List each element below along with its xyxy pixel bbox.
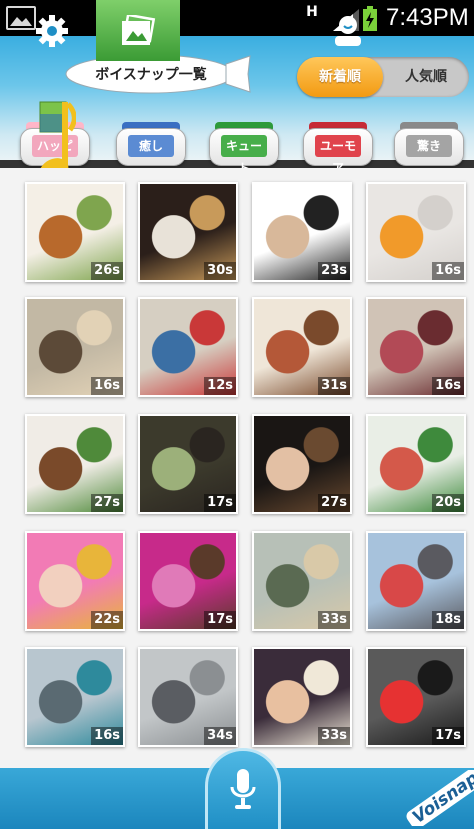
- photo-tile[interactable]: 31s: [252, 297, 352, 397]
- category-label: 驚き: [406, 135, 452, 157]
- photo-tile[interactable]: 23s: [252, 182, 352, 282]
- photo-thumbnail: 33s: [254, 649, 350, 745]
- profile-icon[interactable]: [306, 0, 390, 61]
- photo-thumbnail: 18s: [368, 533, 464, 629]
- duration-badge: 18s: [432, 611, 464, 629]
- photo-thumbnail: 23s: [254, 184, 350, 280]
- photo-tile[interactable]: 16s: [25, 647, 125, 747]
- photo-tile[interactable]: 27s: [252, 414, 352, 514]
- photo-thumbnail: 16s: [27, 299, 123, 395]
- page-title: ボイスナップ一覧: [95, 67, 207, 83]
- category-label: キュート: [221, 135, 267, 175]
- category-tab-3[interactable]: ユーモア: [303, 122, 373, 175]
- duration-badge: 23s: [318, 262, 350, 280]
- photo-tile[interactable]: 20s: [366, 414, 466, 514]
- duration-badge: 16s: [91, 377, 123, 395]
- voisnap-logo: Voisnap: [396, 770, 474, 826]
- photo-thumbnail: 30s: [140, 184, 236, 280]
- photo-tile[interactable]: 30s: [138, 182, 238, 282]
- photo-tile[interactable]: 17s: [138, 531, 238, 631]
- duration-badge: 17s: [204, 611, 236, 629]
- duration-badge: 22s: [91, 611, 123, 629]
- photo-thumbnail: 17s: [140, 416, 236, 512]
- duration-badge: 27s: [318, 494, 350, 512]
- photo-tile[interactable]: 33s: [252, 531, 352, 631]
- duration-badge: 31s: [318, 377, 350, 395]
- duration-badge: 20s: [432, 494, 464, 512]
- photo-thumbnail: 22s: [27, 533, 123, 629]
- photo-thumbnail: 16s: [368, 299, 464, 395]
- category-tab-4[interactable]: 驚き: [394, 122, 464, 166]
- photo-tile[interactable]: 27s: [25, 414, 125, 514]
- photo-thumbnail: 17s: [140, 533, 236, 629]
- photo-tile[interactable]: 16s: [366, 182, 466, 282]
- photo-tile[interactable]: 34s: [138, 647, 238, 747]
- duration-badge: 12s: [204, 377, 236, 395]
- photo-tile[interactable]: 17s: [366, 647, 466, 747]
- photo-thumbnail: 16s: [368, 184, 464, 280]
- duration-badge: 26s: [91, 262, 123, 280]
- photo-thumbnail: 16s: [27, 649, 123, 745]
- category-label: 癒し: [128, 135, 174, 157]
- photo-tile[interactable]: 16s: [366, 297, 466, 397]
- category-tab-1[interactable]: 癒し: [116, 122, 186, 166]
- record-mic-button[interactable]: [205, 748, 281, 829]
- photo-tile[interactable]: 16s: [25, 297, 125, 397]
- sort-tab-newest[interactable]: 新着順: [297, 57, 383, 97]
- duration-badge: 33s: [318, 611, 350, 629]
- photo-thumbnail: 31s: [254, 299, 350, 395]
- category-tab-2[interactable]: キュート: [209, 122, 279, 175]
- photo-thumbnail: 33s: [254, 533, 350, 629]
- duration-badge: 33s: [318, 727, 350, 745]
- photo-thumbnail: 17s: [368, 649, 464, 745]
- photo-tile[interactable]: 12s: [138, 297, 238, 397]
- duration-badge: 34s: [204, 727, 236, 745]
- microphone-icon: [230, 769, 256, 809]
- clock: 7:43PM: [386, 4, 469, 31]
- logo-text: Voisnap: [404, 770, 474, 826]
- photo-tile[interactable]: 18s: [366, 531, 466, 631]
- duration-badge: 16s: [432, 262, 464, 280]
- photo-thumbnail: 34s: [140, 649, 236, 745]
- photo-tile[interactable]: 17s: [138, 414, 238, 514]
- sort-tab-popular[interactable]: 人気順: [383, 57, 469, 97]
- duration-badge: 16s: [432, 377, 464, 395]
- duration-badge: 17s: [432, 727, 464, 745]
- photo-thumbnail: 27s: [27, 416, 123, 512]
- duration-badge: 16s: [91, 727, 123, 745]
- photo-thumbnail: 26s: [27, 184, 123, 280]
- duration-badge: 27s: [91, 494, 123, 512]
- photo-thumbnail: 20s: [368, 416, 464, 512]
- duration-badge: 17s: [204, 494, 236, 512]
- photo-tile[interactable]: 33s: [252, 647, 352, 747]
- photo-thumbnail: 27s: [254, 416, 350, 512]
- photo-tile[interactable]: 26s: [25, 182, 125, 282]
- duration-badge: 30s: [204, 262, 236, 280]
- sort-toggle: 新着順 人気順: [297, 57, 469, 97]
- photo-thumbnail: 12s: [140, 299, 236, 395]
- settings-gear-icon[interactable]: [10, 0, 94, 61]
- gallery-photos-icon[interactable]: [96, 0, 180, 61]
- category-label: ユーモア: [315, 135, 361, 175]
- photo-tile[interactable]: 22s: [25, 531, 125, 631]
